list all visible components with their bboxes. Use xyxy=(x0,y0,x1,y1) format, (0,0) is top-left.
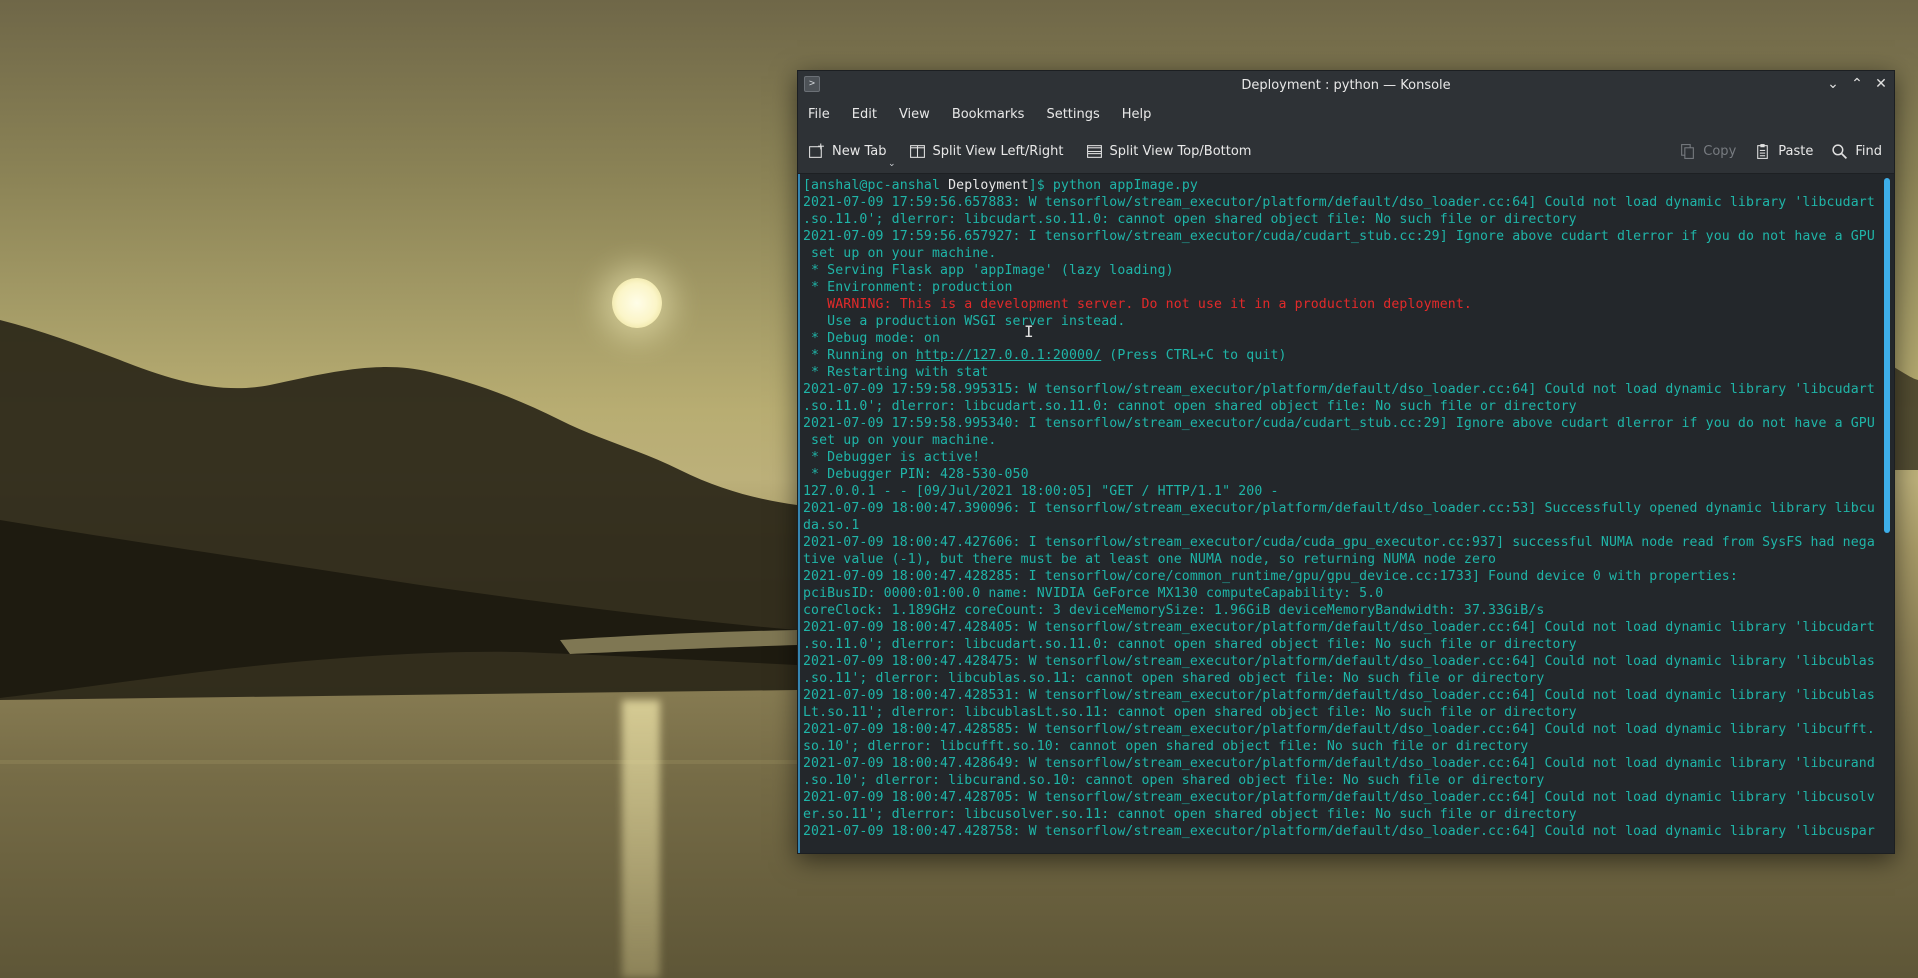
terminal-line: tive value (-1), but there must be at le… xyxy=(803,552,1497,567)
new-tab-button[interactable]: New Tab ⌄ xyxy=(808,143,896,169)
running-prefix: * Running on xyxy=(803,348,916,363)
terminal-line: * Serving Flask app 'appImage' (lazy loa… xyxy=(803,263,1174,278)
terminal-line: 2021-07-09 17:59:56.657927: I tensorflow… xyxy=(803,229,1875,244)
window-controls: ⌄ ⌃ ✕ xyxy=(1824,75,1890,93)
terminal-line: Lt.so.11'; dlerror: libcublasLt.so.11: c… xyxy=(803,705,1577,720)
find-label: Find xyxy=(1855,143,1882,159)
paste-icon xyxy=(1757,143,1769,159)
terminal-line: .so.11.0'; dlerror: libcudart.so.11.0: c… xyxy=(803,637,1577,652)
split-view-top-bottom-label: Split View Top/Bottom xyxy=(1109,143,1252,159)
split-vertical-icon xyxy=(909,144,925,158)
terminal-line: * Running on http://127.0.0.1:20000/ (Pr… xyxy=(803,347,1875,364)
maximize-button[interactable]: ⌃ xyxy=(1848,75,1866,93)
prompt-line: [anshal@pc-anshal Deployment]$ python ap… xyxy=(803,177,1875,194)
terminal-line: * Environment: production xyxy=(803,280,1013,295)
title-bar[interactable]: > Deployment : python — Konsole ⌄ ⌃ ✕ xyxy=(798,71,1894,99)
menu-help[interactable]: Help xyxy=(1122,107,1164,122)
terminal-line: .so.10'; dlerror: libcurand.so.10: canno… xyxy=(803,773,1545,788)
scrollbar-thumb[interactable] xyxy=(1884,178,1890,533)
terminal-line: 2021-07-09 17:59:58.995340: I tensorflow… xyxy=(803,416,1875,431)
toolbar: New Tab ⌄ Split View Left/Right Split Vi… xyxy=(798,129,1894,174)
prompt-command: python appImage.py xyxy=(1052,178,1198,193)
terminal-scrollbar[interactable] xyxy=(1884,178,1890,848)
search-icon xyxy=(1832,143,1848,159)
terminal-line: .so.11'; dlerror: libcublas.so.11: canno… xyxy=(803,671,1545,686)
new-tab-label: New Tab xyxy=(832,143,887,159)
terminal-line: 2021-07-09 18:00:47.428758: W tensorflow… xyxy=(803,824,1875,839)
prompt-directory: Deployment xyxy=(948,178,1029,193)
terminal-line: set up on your machine. xyxy=(803,433,997,448)
terminal-line: 2021-07-09 18:00:47.428649: W tensorflow… xyxy=(803,756,1875,771)
menu-view[interactable]: View xyxy=(899,107,942,122)
terminal-line: 2021-07-09 18:00:47.428405: W tensorflow… xyxy=(803,620,1875,635)
terminal-line: da.so.1 xyxy=(803,518,860,533)
menu-bar: File Edit View Bookmarks Settings Help xyxy=(798,99,1894,129)
find-button[interactable]: Find xyxy=(1831,143,1882,160)
terminal-line: set up on your machine. xyxy=(803,246,997,261)
konsole-window: > Deployment : python — Konsole ⌄ ⌃ ✕ Fi… xyxy=(797,70,1895,854)
toolbar-right-group: Copy Paste Find xyxy=(1661,129,1882,173)
sun-reflection xyxy=(622,700,660,978)
paste-label: Paste xyxy=(1778,143,1814,159)
menu-file[interactable]: File xyxy=(808,107,842,122)
terminal-line: 2021-07-09 18:00:47.428285: I tensorflow… xyxy=(803,569,1738,584)
server-url-link[interactable]: http://127.0.0.1:20000/ xyxy=(916,348,1101,363)
terminal-line: 2021-07-09 17:59:56.657883: W tensorflow… xyxy=(803,195,1875,210)
split-horizontal-icon xyxy=(1086,144,1102,158)
terminal-line: 2021-07-09 18:00:47.428705: W tensorflow… xyxy=(803,790,1875,805)
terminal-line: coreClock: 1.189GHz coreCount: 3 deviceM… xyxy=(803,603,1545,618)
menu-edit[interactable]: Edit xyxy=(852,107,889,122)
terminal-line: * Debugger PIN: 428-530-050 xyxy=(803,467,1029,482)
terminal-line: 2021-07-09 17:59:58.995315: W tensorflow… xyxy=(803,382,1875,397)
terminal-line: Use a production WSGI server instead. xyxy=(803,314,1126,329)
terminal-line: .so.11.0'; dlerror: libcudart.so.11.0: c… xyxy=(803,212,1577,227)
terminal-line: .so.11.0'; dlerror: libcudart.so.11.0: c… xyxy=(803,399,1577,414)
split-view-top-bottom-button[interactable]: Split View Top/Bottom xyxy=(1086,143,1252,160)
close-button[interactable]: ✕ xyxy=(1872,75,1890,93)
prompt-user-host: [anshal@pc-anshal xyxy=(803,178,949,193)
new-tab-icon xyxy=(809,143,824,158)
copy-icon xyxy=(1681,143,1695,159)
terminal-line: * Debugger is active! xyxy=(803,450,981,465)
terminal-line: * Restarting with stat xyxy=(803,365,989,380)
terminal-line: 2021-07-09 18:00:47.390096: I tensorflow… xyxy=(803,501,1875,516)
terminal-line: 2021-07-09 18:00:47.428475: W tensorflow… xyxy=(803,654,1875,669)
copy-label: Copy xyxy=(1703,143,1737,159)
menu-bookmarks[interactable]: Bookmarks xyxy=(952,107,1037,122)
terminal-line: er.so.11'; dlerror: libcusolver.so.11: c… xyxy=(803,807,1577,822)
konsole-app-icon[interactable]: > xyxy=(804,76,820,92)
copy-button[interactable]: Copy xyxy=(1679,143,1736,160)
prompt-end: ]$ xyxy=(1028,178,1053,193)
terminal-line: * Debug mode: on xyxy=(803,331,941,346)
mouse-ibeam-cursor: I xyxy=(1024,322,1034,341)
menu-settings[interactable]: Settings xyxy=(1046,107,1111,122)
paste-button[interactable]: Paste xyxy=(1754,143,1813,160)
terminal-line: 2021-07-09 18:00:47.427606: I tensorflow… xyxy=(803,535,1875,550)
terminal-view[interactable]: [anshal@pc-anshal Deployment]$ python ap… xyxy=(798,174,1894,853)
running-suffix: (Press CTRL+C to quit) xyxy=(1101,348,1287,363)
new-tab-dropdown-icon[interactable]: ⌄ xyxy=(888,159,896,169)
minimize-button[interactable]: ⌄ xyxy=(1824,75,1842,93)
terminal-line: 127.0.0.1 - - [09/Jul/2021 18:00:05] "GE… xyxy=(803,484,1279,499)
terminal-line: pciBusID: 0000:01:00.0 name: NVIDIA GeFo… xyxy=(803,586,1384,601)
terminal-line: WARNING: This is a development server. D… xyxy=(803,297,1472,312)
terminal-line: 2021-07-09 18:00:47.428585: W tensorflow… xyxy=(803,722,1875,737)
split-view-left-right-label: Split View Left/Right xyxy=(932,143,1064,159)
terminal-line: so.10'; dlerror: libcufft.so.10: cannot … xyxy=(803,739,1529,754)
window-title: Deployment : python — Konsole xyxy=(1241,77,1451,93)
terminal-focus-indicator xyxy=(798,174,800,853)
terminal-output: [anshal@pc-anshal Deployment]$ python ap… xyxy=(803,177,1875,840)
split-view-left-right-button[interactable]: Split View Left/Right xyxy=(909,143,1064,160)
terminal-line: 2021-07-09 18:00:47.428531: W tensorflow… xyxy=(803,688,1875,703)
